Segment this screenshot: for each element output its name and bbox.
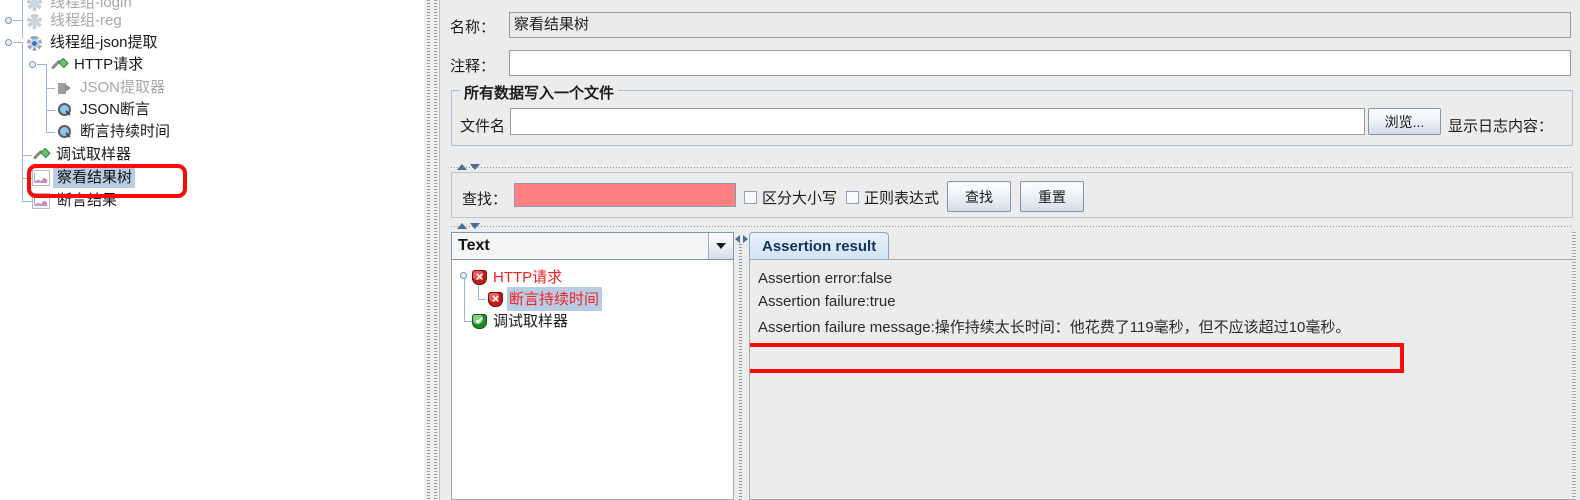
tree-expand-handle[interactable]: [460, 272, 467, 279]
test-plan-tree[interactable]: 线程组-login 线程组-reg 线程组-json提取 HTTP请求 JSON…: [0, 0, 424, 500]
chart-icon: [32, 193, 50, 209]
jmeter-window: 线程组-login 线程组-reg 线程组-json提取 HTTP请求 JSON…: [0, 0, 1580, 500]
result-node-label: HTTP请求: [493, 269, 563, 286]
collapse-left-icon[interactable]: [735, 235, 740, 243]
tree-item-label: JSON断言: [80, 101, 151, 118]
tree-connector: [464, 276, 465, 321]
assertion-failure-message-line: Assertion failure message:操作持续太长时间：他花费了1…: [758, 319, 1351, 336]
gear-icon: [26, 13, 43, 30]
collapse-up-icon[interactable]: [457, 223, 467, 229]
tree-item-label: 断言持续时间: [80, 123, 171, 140]
result-node-label: 调试取样器: [493, 313, 569, 330]
tree-item-threadgroup-reg[interactable]: 线程组-reg: [0, 10, 424, 32]
tree-connector: [464, 321, 472, 322]
checkbox-box: [846, 191, 859, 204]
divider-texture: [427, 0, 430, 500]
sample-result-tree[interactable]: HTTP请求 断言持续时间 调试取样器: [451, 260, 734, 500]
arrow-icon: [56, 80, 73, 97]
tree-item-debug-sampler[interactable]: 调试取样器: [0, 144, 424, 166]
tree-item-label: 线程组-json提取: [50, 34, 158, 51]
chevron-down-icon[interactable]: [708, 233, 733, 259]
find-button[interactable]: 查找: [947, 181, 1011, 212]
collapse-down-icon[interactable]: [470, 223, 480, 229]
failure-icon: [488, 290, 503, 307]
result-node-debug-sampler[interactable]: 调试取样器: [472, 310, 571, 332]
magnifier-icon: [56, 102, 73, 119]
render-selector-value: Text: [458, 237, 490, 254]
name-input[interactable]: 察看结果树: [509, 12, 1571, 38]
tree-item-threadgroup-json[interactable]: 线程组-json提取: [0, 32, 424, 54]
tree-item-label: 察看结果树: [53, 168, 136, 188]
tree-item-http-request[interactable]: HTTP请求: [0, 54, 424, 76]
browse-button[interactable]: 浏览...: [1368, 108, 1441, 135]
case-sensitive-checkbox[interactable]: 区分大小写: [744, 187, 837, 208]
results-split-divider[interactable]: [734, 232, 749, 500]
tree-item-label: JSON提取器: [80, 79, 166, 96]
listener-config-panel: 名称： 察看结果树 注释： 所有数据写入一个文件 文件名 浏览... 显示日志内…: [439, 0, 1580, 500]
tree-item-label: 线程组-reg: [50, 12, 122, 29]
assertion-result-pane: Assertion result Assertion error:false A…: [749, 232, 1573, 500]
collapse-up-icon[interactable]: [457, 164, 467, 170]
assertion-result-content[interactable]: Assertion error:false Assertion failure:…: [749, 259, 1573, 500]
tree-item-label: 调试取样器: [56, 146, 132, 163]
divider-texture: [739, 244, 742, 500]
tree-connector: [478, 299, 486, 300]
write-all-data-to-file-title: 所有数据写入一个文件: [460, 82, 619, 103]
search-input[interactable]: [514, 183, 736, 207]
regex-label: 正则表达式: [864, 190, 940, 207]
results-area: Text HTTP请求: [451, 232, 1573, 500]
result-node-duration-assertion[interactable]: 断言持续时间: [488, 287, 603, 311]
tab-assertion-result[interactable]: Assertion result: [749, 232, 890, 259]
reset-button[interactable]: 重置: [1020, 181, 1084, 212]
pane-edge-texture: [1572, 232, 1576, 500]
result-node-label: 断言持续时间: [507, 287, 603, 311]
divider-texture: [434, 0, 437, 500]
checkbox-box: [744, 191, 757, 204]
lower-split-divider[interactable]: [451, 222, 1573, 231]
tree-item-json-assertion[interactable]: JSON断言: [0, 99, 424, 121]
case-sensitive-label: 区分大小写: [762, 190, 838, 207]
magnifier-icon: [56, 124, 73, 141]
pipette-icon: [32, 147, 49, 164]
collapse-down-icon[interactable]: [470, 164, 480, 170]
search-toolbar: 查找： 区分大小写 正则表达式 查找 重置: [451, 172, 1573, 218]
name-label: 名称：: [450, 19, 496, 36]
main-split-divider[interactable]: [424, 0, 439, 500]
upper-split-divider[interactable]: [451, 163, 1573, 172]
success-icon: [472, 313, 487, 330]
tab-strip: Assertion result: [749, 232, 1573, 261]
pipette-icon: [50, 57, 67, 74]
sample-result-tree-pane: Text HTTP请求: [451, 232, 734, 500]
regex-checkbox[interactable]: 正则表达式: [846, 187, 939, 208]
comment-input[interactable]: [509, 50, 1571, 76]
filename-label: 文件名: [460, 118, 506, 135]
find-label: 查找：: [462, 191, 508, 208]
gear-icon: [26, 35, 43, 52]
result-node-http-request[interactable]: HTTP请求: [472, 266, 565, 288]
tree-item-duration-assertion[interactable]: 断言持续时间: [0, 121, 424, 143]
show-log-content-label: 显示日志内容：: [1448, 118, 1554, 135]
assertion-error-line: Assertion error:false: [758, 270, 893, 287]
tree-item-assertion-results[interactable]: 断言结果: [0, 190, 424, 212]
chart-icon: [32, 170, 50, 186]
filename-input[interactable]: [510, 108, 1365, 135]
assertion-message-highlight-annotation: [750, 343, 1404, 373]
tree-item-json-extractor[interactable]: JSON提取器: [0, 77, 424, 99]
assertion-failure-line: Assertion failure:true: [758, 293, 896, 310]
tree-item-label: 断言结果: [57, 192, 118, 209]
failure-icon: [472, 268, 487, 285]
render-selector[interactable]: Text: [451, 232, 734, 260]
tree-item-label: HTTP请求: [74, 56, 144, 73]
collapse-right-icon[interactable]: [743, 235, 748, 243]
comment-label: 注释：: [450, 58, 496, 75]
tree-item-view-results-tree[interactable]: 察看结果树: [0, 167, 424, 189]
